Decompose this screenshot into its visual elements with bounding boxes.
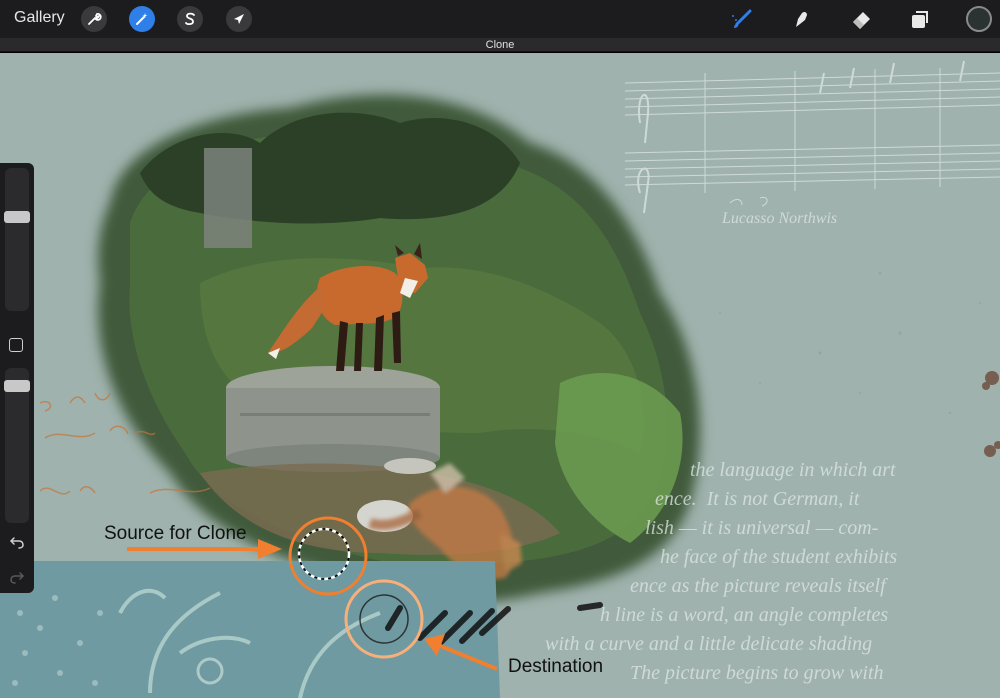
- smudge-finger-icon[interactable]: [788, 6, 814, 32]
- drawing-canvas[interactable]: Lucasso Northwis the language in which a…: [0, 53, 1000, 698]
- color-swatch[interactable]: [966, 6, 992, 32]
- overlay-line-8: The picture begins to grow with: [630, 662, 884, 684]
- wrench-icon[interactable]: [81, 6, 107, 32]
- source-label: Source for Clone: [104, 523, 247, 544]
- selection-s-icon[interactable]: [177, 6, 203, 32]
- arrow-cursor-icon[interactable]: [226, 6, 252, 32]
- modify-square-icon[interactable]: [9, 338, 23, 352]
- music-handwriting: Lucasso Northwis: [721, 210, 837, 227]
- overlay-line-1: the language in which art: [690, 459, 896, 481]
- overlay-line-5: ence as the picture reveals itself: [630, 575, 886, 597]
- side-slider-panel: [0, 163, 34, 593]
- redo-icon[interactable]: [8, 568, 26, 586]
- undo-icon[interactable]: [8, 533, 26, 551]
- overlay-line-7: with a curve and a little delicate shadi…: [545, 633, 873, 655]
- overlay-line-2: ence. It is not German, it: [655, 488, 860, 510]
- destination-label: Destination: [508, 656, 604, 677]
- magic-wand-icon[interactable]: [129, 6, 155, 32]
- mode-label: Clone: [485, 39, 515, 51]
- eraser-icon[interactable]: [848, 6, 874, 32]
- layers-icon[interactable]: [907, 6, 933, 32]
- top-toolbar: Gallery: [0, 0, 1000, 38]
- overlay-line-4: he face of the student exhibits: [660, 546, 898, 568]
- gallery-button[interactable]: Gallery: [14, 9, 65, 27]
- mode-label-bar: Clone: [0, 38, 1000, 52]
- overlay-line-3: lish — it is universal — com-: [645, 517, 879, 539]
- brush-size-slider[interactable]: [4, 168, 30, 311]
- brush-opacity-slider[interactable]: [4, 368, 30, 523]
- overlay-line-6: h line is a word, an angle completes: [600, 604, 889, 626]
- brush-icon[interactable]: [729, 6, 755, 32]
- brush-size-thumb[interactable]: [4, 211, 30, 223]
- sheet-music-overlay: [624, 60, 1000, 214]
- brush-opacity-thumb[interactable]: [4, 380, 30, 392]
